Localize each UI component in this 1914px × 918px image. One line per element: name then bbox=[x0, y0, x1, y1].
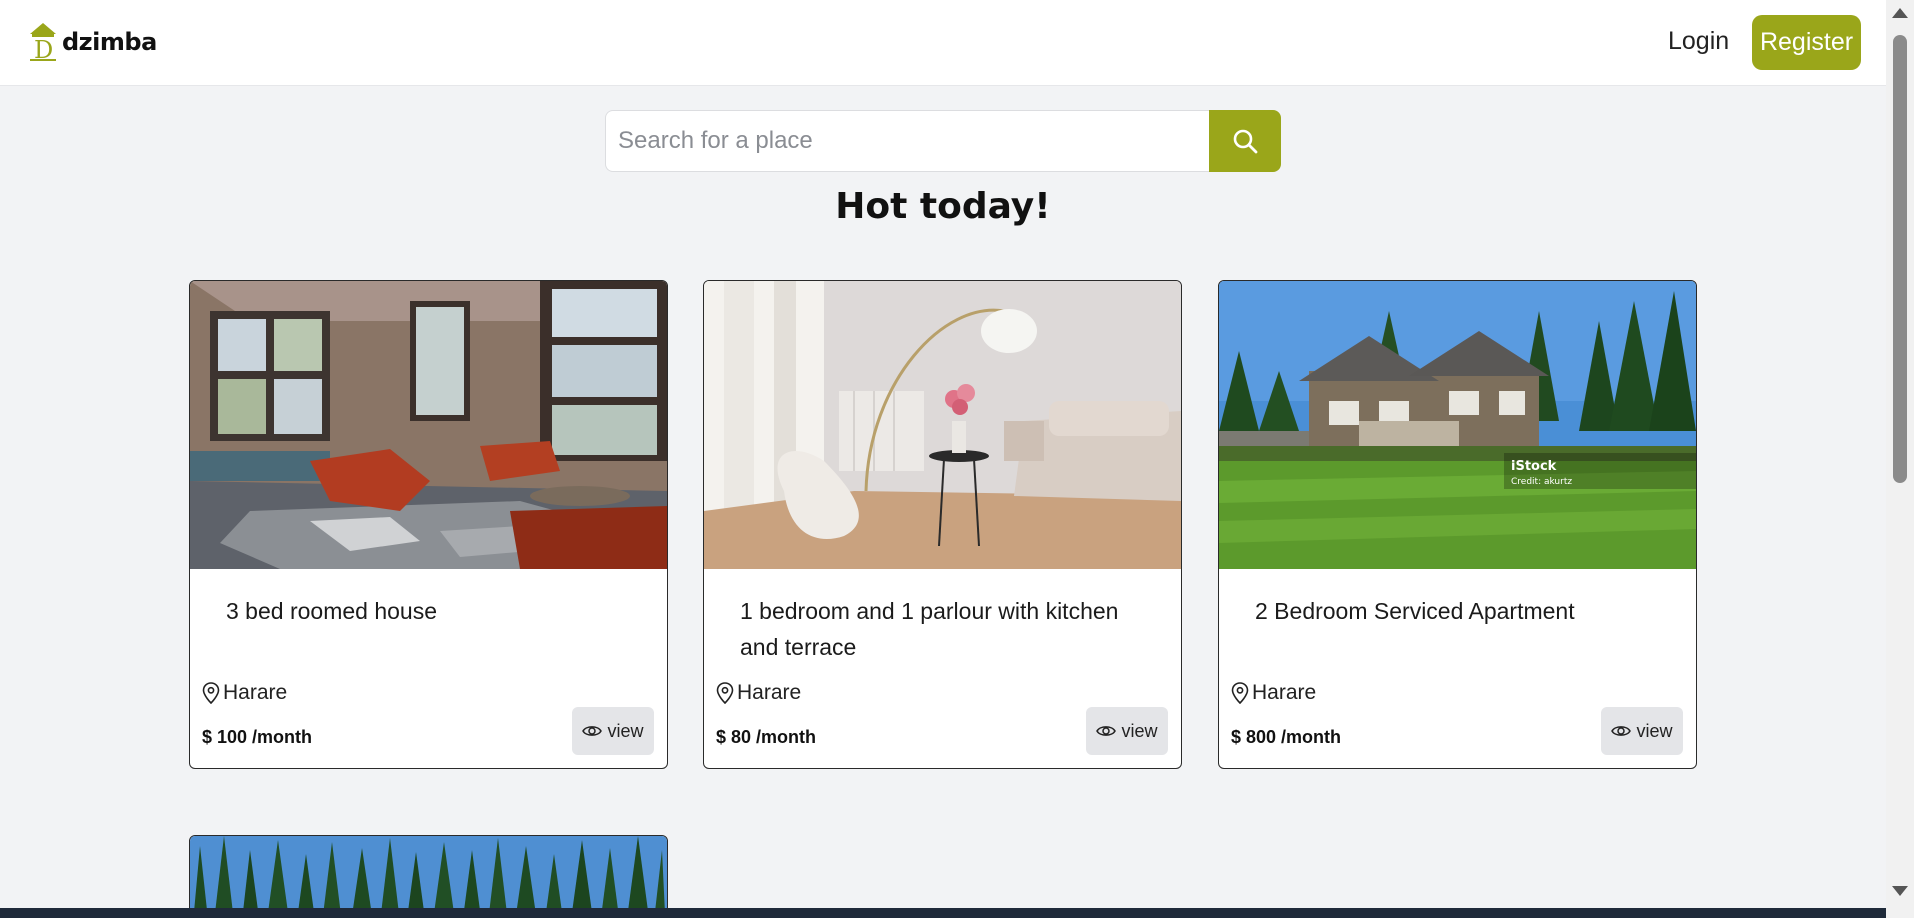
listing-title: 2 Bedroom Serviced Apartment bbox=[1255, 598, 1575, 624]
watermark-brand: iStock bbox=[1511, 459, 1557, 474]
eye-icon bbox=[582, 726, 603, 736]
svg-text:D: D bbox=[34, 36, 53, 62]
brand-home-link[interactable]: D dzimba bbox=[28, 22, 157, 62]
view-button-label: view bbox=[1636, 720, 1673, 741]
forest-house-photo bbox=[190, 836, 667, 918]
view-button-label: view bbox=[1121, 720, 1158, 741]
search-icon bbox=[1233, 129, 1258, 154]
eye-icon bbox=[1611, 726, 1632, 736]
search-input[interactable] bbox=[605, 110, 1209, 172]
eye-icon bbox=[1096, 726, 1117, 736]
listing-card[interactable]: 1 bedroom and 1 parlour with kitchen and… bbox=[703, 280, 1182, 769]
watermark-credit: Credit: akurtz bbox=[1511, 477, 1572, 487]
listing-price: $ 80 /month bbox=[716, 727, 817, 747]
brand-name: dzimba bbox=[62, 28, 157, 56]
location-pin-icon bbox=[1231, 682, 1249, 704]
view-button[interactable]: view bbox=[572, 707, 654, 755]
listing-card[interactable] bbox=[189, 835, 668, 918]
listing-location-text: Harare bbox=[737, 681, 802, 704]
listing-location-text: Harare bbox=[1252, 681, 1317, 704]
scroll-down-arrow-icon[interactable] bbox=[1892, 886, 1908, 896]
search-bar bbox=[605, 110, 1281, 172]
view-button[interactable]: view bbox=[1086, 707, 1168, 755]
listing-price: $ 100 /month bbox=[202, 727, 313, 747]
listing-location: Harare bbox=[716, 681, 801, 705]
register-button[interactable]: Register bbox=[1752, 15, 1861, 70]
scroll-up-arrow-icon[interactable] bbox=[1892, 8, 1908, 18]
page-scrollbar[interactable] bbox=[1886, 0, 1914, 918]
listing-card[interactable]: iStock Credit: akurtz 2 Bedroom Serviced… bbox=[1218, 280, 1697, 769]
location-pin-icon bbox=[202, 682, 220, 704]
location-pin-icon bbox=[716, 682, 734, 704]
listing-location: Harare bbox=[1231, 681, 1316, 705]
scrollbar-thumb[interactable] bbox=[1893, 35, 1907, 483]
listing-location: Harare bbox=[202, 681, 287, 705]
house-logo-icon: D bbox=[30, 23, 56, 62]
view-button-label: view bbox=[607, 720, 644, 741]
listing-price: $ 800 /month bbox=[1231, 727, 1342, 747]
listing-title: 3 bed roomed house bbox=[226, 598, 437, 624]
house-lawn-photo: iStock Credit: akurtz bbox=[1219, 281, 1696, 569]
top-navbar: D dzimba Login Register bbox=[0, 0, 1886, 86]
login-link[interactable]: Login bbox=[1668, 27, 1729, 56]
living-room-photo bbox=[190, 281, 667, 569]
section-title: Hot today! bbox=[835, 186, 1051, 227]
search-button[interactable] bbox=[1209, 110, 1281, 172]
taskbar-edge bbox=[0, 908, 1886, 918]
lounge-photo bbox=[704, 281, 1181, 569]
listing-title: 1 bedroom and 1 parlour with kitchen and… bbox=[740, 598, 1119, 660]
listing-card[interactable]: 3 bed roomed house Harare $ 100 /month v… bbox=[189, 280, 668, 769]
listing-location-text: Harare bbox=[223, 681, 288, 704]
view-button[interactable]: view bbox=[1601, 707, 1683, 755]
